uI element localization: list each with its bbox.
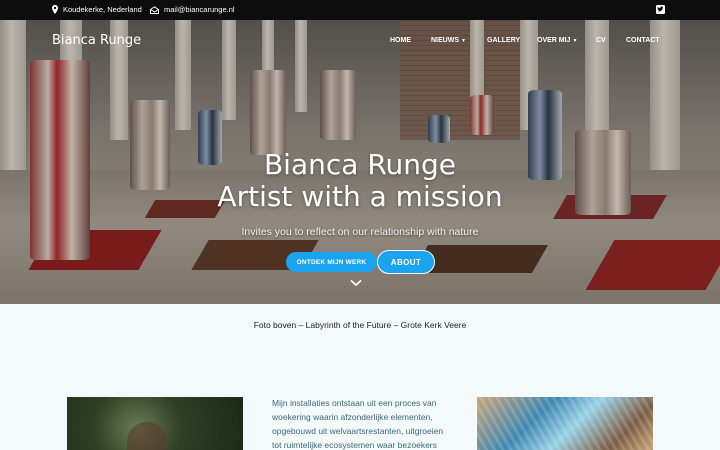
email-text[interactable]: mail@biancarunge.nl: [164, 5, 235, 14]
nav-nieuws[interactable]: NIEUWS ▼: [431, 37, 466, 44]
intro-line: opgebouwd uit welvaartsrestanten, uitgro…: [272, 426, 444, 436]
nav-nieuws-label: NIEUWS: [431, 37, 459, 44]
nav-over-mij-label: OVER MIJ: [537, 37, 571, 44]
nav-gallery-label: GALLERY: [487, 37, 521, 44]
discover-work-button[interactable]: ONTDEK MIJN WERK: [286, 252, 377, 272]
chevron-down-icon: ▼: [461, 37, 466, 44]
envelope-icon: [150, 5, 159, 14]
intro-line: woekering waarin afzonderlijke elementen…: [272, 412, 433, 422]
top-bar: Koudekerke, Nederland mail@biancarunge.n…: [0, 0, 720, 20]
map-pin-icon: [52, 5, 58, 14]
chevron-down-icon: ▼: [572, 37, 578, 44]
email-link[interactable]: mail@biancarunge.nl: [150, 5, 235, 14]
hero-title: Bianca Runge: [263, 148, 457, 181]
scroll-down-chevron-icon[interactable]: [350, 274, 362, 292]
site-logo[interactable]: Bianca Runge: [52, 33, 141, 48]
nav-home-label: HOME: [390, 37, 411, 44]
location-info: Koudekerke, Nederland: [52, 5, 142, 14]
artwork-image: [477, 397, 653, 450]
artist-portrait-image: [67, 397, 243, 450]
intro-line: Mijn installaties ontstaan uit een proce…: [272, 398, 437, 408]
nav-over-mij[interactable]: OVER MIJ ▼: [537, 37, 577, 44]
about-button[interactable]: ABOUT: [377, 250, 435, 274]
photo-caption: Foto boven – Labyrinth of the Future – G…: [253, 320, 467, 330]
location-text: Koudekerke, Nederland: [63, 5, 142, 14]
nav-home[interactable]: HOME: [390, 37, 411, 44]
nav-contact-label: CONTACT: [626, 37, 660, 44]
intro-paragraph: Mijn installaties ontstaan uit een proce…: [272, 396, 472, 450]
nav-contact[interactable]: CONTACT: [626, 37, 660, 44]
nav-cv-label: CV: [596, 37, 606, 44]
nav-cv[interactable]: CV: [596, 37, 606, 44]
intro-line: tot ruimtelijke ecosystemen waar bezoeke…: [272, 440, 437, 450]
hero-section: Bianca Runge HOME NIEUWS ▼ GALLERY OVER M…: [0, 20, 720, 304]
twitter-icon[interactable]: [656, 5, 665, 14]
hero-subtitle: Invites you to reflect on our relationsh…: [241, 226, 479, 238]
hero-title-line2: Artist with a mission: [217, 180, 503, 213]
nav-gallery[interactable]: GALLERY: [487, 37, 520, 44]
